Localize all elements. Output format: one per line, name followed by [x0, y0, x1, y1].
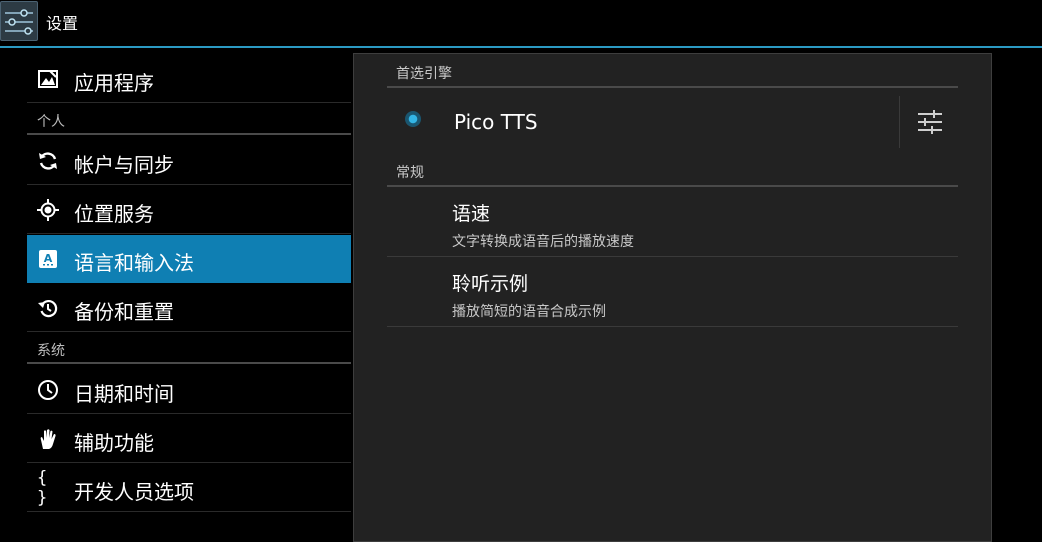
clock-icon: [37, 379, 59, 401]
equalizer-settings-icon[interactable]: [908, 105, 952, 141]
svg-text:A: A: [44, 252, 53, 265]
sidebar-item-label: 开发人员选项: [74, 480, 194, 504]
sidebar-item-label: 位置服务: [74, 202, 154, 226]
engine-radio-button[interactable]: [405, 111, 421, 127]
tts-settings-panel: 首选引擎 Pico TTS 常规 语速 文字转换成语音后的播放速度 聆听示例 播…: [353, 53, 992, 542]
sidebar-item-language-input[interactable]: A 语言和输入法: [27, 235, 351, 283]
action-bar: 设置: [0, 0, 1042, 48]
pref-summary: 文字转换成语音后的播放速度: [452, 234, 634, 250]
developer-braces-icon: { }: [37, 468, 48, 508]
pref-title: 聆听示例: [452, 273, 529, 295]
action-bar-divider: [0, 46, 1042, 48]
apps-icon: [37, 68, 59, 90]
sidebar-item-label: 应用程序: [74, 71, 154, 95]
engine-divider: [899, 96, 900, 148]
sync-icon: [37, 150, 59, 172]
engine-name[interactable]: Pico TTS: [454, 110, 538, 134]
language-icon: A: [37, 248, 59, 270]
section-header-preferred-engine: 首选引擎: [387, 54, 958, 88]
sidebar-item-developer-options[interactable]: { } 开发人员选项: [27, 464, 351, 512]
pref-speech-rate[interactable]: 语速 文字转换成语音后的播放速度: [387, 187, 958, 257]
sidebar-item-accounts-sync[interactable]: 帐户与同步: [27, 137, 351, 185]
backup-icon: [37, 297, 59, 319]
sidebar-item-label: 日期和时间: [74, 382, 174, 406]
pref-title: 语速: [452, 203, 491, 225]
sidebar-item-date-time[interactable]: 日期和时间: [27, 366, 351, 414]
section-header-general: 常规: [387, 153, 958, 187]
pref-listen-example[interactable]: 聆听示例 播放简短的语音合成示例: [387, 257, 958, 327]
settings-sliders-icon[interactable]: [0, 1, 38, 41]
sidebar-item-accessibility[interactable]: 辅助功能: [27, 415, 351, 463]
section-header-system: 系统: [27, 334, 351, 364]
section-header-personal: 个人: [27, 105, 351, 135]
sidebar-item-label: 帐户与同步: [74, 153, 174, 177]
sidebar-item-apps[interactable]: 应用程序: [27, 55, 351, 103]
engine-row[interactable]: Pico TTS: [387, 90, 958, 148]
sidebar-item-label: 辅助功能: [74, 431, 154, 455]
sidebar-item-label: 语言和输入法: [74, 251, 194, 275]
pref-summary: 播放简短的语音合成示例: [452, 304, 606, 320]
sidebar-item-backup-reset[interactable]: 备份和重置: [27, 284, 351, 332]
settings-sidebar: 应用程序 个人 帐户与同步 位置服务 A 语言和输入法 备份和重置 系统 日期和…: [27, 55, 351, 542]
location-icon: [37, 199, 59, 221]
app-title: 设置: [46, 14, 79, 33]
sidebar-item-label: 备份和重置: [74, 300, 174, 324]
accessibility-hand-icon: [37, 428, 59, 450]
sidebar-item-location[interactable]: 位置服务: [27, 186, 351, 234]
